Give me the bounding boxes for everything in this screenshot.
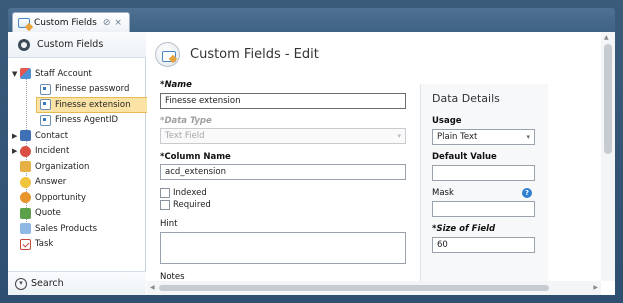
- collapsed-triangle-icon[interactable]: ▶: [12, 147, 20, 155]
- opportunity-icon: [20, 192, 31, 204]
- window-frame: Custom Fields ⊘ × Custom Fields ▼ Staff …: [0, 0, 623, 303]
- tree-item-label: Opportunity: [35, 192, 87, 203]
- custom-fields-edit-icon: [155, 41, 180, 67]
- name-field[interactable]: Finesse extension: [160, 93, 406, 109]
- tree-item-label: Staff Account: [35, 68, 92, 79]
- tree-item-label: Answer: [35, 177, 67, 188]
- data-type-select: Text Field ▾: [160, 128, 406, 144]
- size-of-field-label: *Size of Field: [432, 224, 496, 234]
- tree-item-label: Incident: [35, 146, 70, 157]
- indexed-label: Indexed: [173, 188, 207, 198]
- scroll-right-icon[interactable]: ▶: [593, 284, 598, 291]
- tree-item-finess-agentid[interactable]: Finess AgentID: [8, 113, 146, 129]
- tree-item-label: Finess AgentID: [55, 115, 119, 126]
- tree-item-task[interactable]: Task: [8, 237, 146, 253]
- tree-item-contact[interactable]: ▶ Contact: [8, 128, 146, 144]
- configuration-icon: [18, 38, 30, 51]
- size-of-field-input[interactable]: 60: [432, 237, 535, 253]
- tree-item-finesse-extension[interactable]: Finesse extension: [36, 97, 150, 113]
- tree-item-label: Contact: [35, 130, 69, 141]
- data-details-panel: Data Details Usage Plain Text ▾ Default …: [420, 84, 548, 295]
- vertical-scroll-thumb[interactable]: [604, 44, 612, 154]
- tree-item-label: Finesse extension: [55, 99, 131, 110]
- help-icon[interactable]: ?: [522, 188, 532, 198]
- hint-textarea[interactable]: [160, 232, 406, 264]
- tree-item-quote[interactable]: Quote: [8, 206, 146, 222]
- navigation-tree: ▼ Staff Account Finesse password Finesse…: [8, 66, 150, 253]
- horizontal-scroll-thumb[interactable]: [159, 285, 549, 291]
- tree-item-finesse-password[interactable]: Finesse password: [8, 82, 146, 98]
- tree-item-staff-account[interactable]: ▼ Staff Account: [8, 66, 146, 82]
- expand-search-icon: ▾: [15, 277, 27, 290]
- field-icon: [40, 99, 51, 111]
- required-checkbox-row[interactable]: Required: [160, 200, 211, 210]
- incident-icon: [20, 145, 31, 157]
- default-value-field[interactable]: [432, 165, 535, 181]
- data-details-title: Data Details: [432, 92, 500, 105]
- edit-header: Custom Fields - Edit: [147, 32, 601, 76]
- tree-item-incident[interactable]: ▶ Incident: [8, 144, 146, 160]
- tree-item-label: Organization: [35, 161, 90, 172]
- tree-item-answer[interactable]: Answer: [8, 175, 146, 191]
- quote-icon: [20, 207, 31, 219]
- name-label: *Name: [160, 80, 192, 90]
- tree-item-label: Sales Products: [35, 223, 98, 234]
- expanded-triangle-icon[interactable]: ▼: [12, 70, 20, 78]
- search-label: Search: [31, 278, 64, 289]
- chevron-down-icon: ▾: [526, 133, 530, 141]
- horizontal-scrollbar[interactable]: ◀ ▶: [147, 281, 601, 295]
- custom-fields-icon: [18, 17, 30, 28]
- nav-header-label: Custom Fields: [37, 39, 104, 50]
- scroll-up-icon[interactable]: ▲: [604, 34, 609, 41]
- data-type-label: *Data Type: [160, 116, 212, 126]
- tree-item-opportunity[interactable]: Opportunity: [8, 190, 146, 206]
- vertical-scrollbar[interactable]: ▲: [601, 32, 615, 281]
- tree-item-label: Quote: [35, 208, 61, 219]
- scroll-left-icon[interactable]: ◀: [150, 284, 155, 291]
- usage-value: Plain Text: [437, 132, 478, 142]
- content-area: Custom Fields ▼ Staff Account Finesse pa…: [8, 32, 615, 295]
- close-icon[interactable]: ×: [114, 18, 122, 28]
- contact-icon: [20, 130, 31, 142]
- pin-icon[interactable]: ⊘: [103, 18, 111, 28]
- tab-label: Custom Fields: [34, 17, 97, 28]
- hint-label: Hint: [160, 219, 178, 229]
- column-name-label: *Column Name: [160, 152, 231, 162]
- tree-item-label: Finesse password: [55, 84, 130, 95]
- data-type-value: Text Field: [165, 131, 205, 141]
- edit-panel: Custom Fields - Edit *Name Finesse exten…: [147, 32, 615, 295]
- collapsed-triangle-icon[interactable]: ▶: [12, 132, 20, 140]
- search-nav-button[interactable]: ▾ Search: [8, 271, 146, 295]
- mask-field[interactable]: [432, 201, 535, 217]
- tree-item-sales-products[interactable]: Sales Products: [8, 221, 146, 237]
- tree-item-label: Task: [35, 239, 54, 250]
- page-title: Custom Fields - Edit: [190, 46, 319, 62]
- default-value-label: Default Value: [432, 152, 497, 162]
- sales-products-icon: [20, 223, 31, 235]
- required-checkbox[interactable]: [160, 200, 170, 210]
- nav-header[interactable]: Custom Fields: [8, 32, 146, 58]
- column-name-field[interactable]: acd_extension: [160, 164, 406, 180]
- answer-icon: [20, 176, 31, 188]
- tab-custom-fields[interactable]: Custom Fields ⊘ ×: [12, 12, 130, 32]
- mask-label: Mask: [432, 188, 454, 198]
- field-icon: [40, 83, 51, 95]
- navigation-panel: Custom Fields ▼ Staff Account Finesse pa…: [8, 32, 150, 295]
- tree-item-organization[interactable]: Organization: [8, 159, 146, 175]
- organization-icon: [20, 161, 31, 173]
- chevron-down-icon: ▾: [397, 132, 401, 140]
- indexed-checkbox[interactable]: [160, 188, 170, 198]
- staff-account-icon: [20, 68, 31, 80]
- field-icon: [40, 114, 51, 126]
- indexed-checkbox-row[interactable]: Indexed: [160, 188, 207, 198]
- required-label: Required: [173, 200, 211, 210]
- usage-label: Usage: [432, 116, 462, 126]
- usage-select[interactable]: Plain Text ▾: [432, 129, 535, 145]
- task-icon: [20, 238, 31, 250]
- tab-strip: Custom Fields ⊘ ×: [8, 8, 615, 32]
